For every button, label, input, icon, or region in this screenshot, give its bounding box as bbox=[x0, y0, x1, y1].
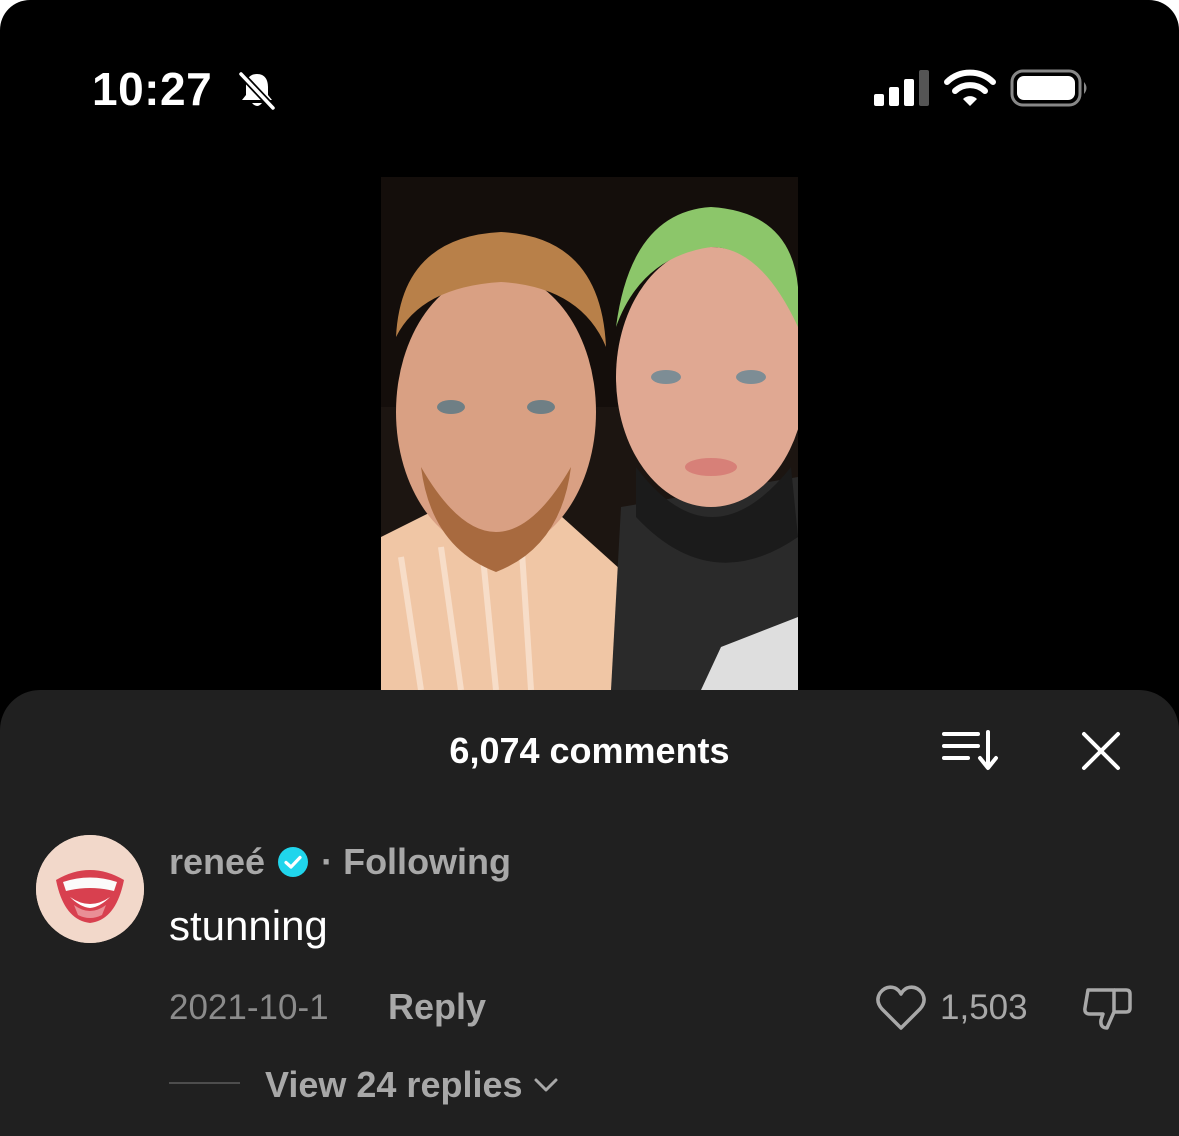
app-screen: 10:27 6,074 comments reneé · Following s… bbox=[0, 0, 1179, 1136]
replies-divider bbox=[169, 1082, 240, 1084]
reply-button[interactable]: Reply bbox=[388, 986, 486, 1028]
separator-dot: · bbox=[321, 841, 334, 882]
avatar-image bbox=[36, 835, 144, 943]
comment-username[interactable]: reneé bbox=[169, 841, 265, 883]
video-photo[interactable] bbox=[381, 177, 798, 690]
signal-icon bbox=[874, 70, 929, 106]
comments-count-title: 6,074 comments bbox=[449, 730, 730, 771]
photo-illustration bbox=[381, 177, 798, 690]
verified-badge-icon bbox=[278, 847, 309, 877]
bell-slash-icon bbox=[238, 71, 276, 111]
following-label: Following bbox=[343, 841, 512, 882]
comment-text: stunning bbox=[169, 902, 328, 949]
comment-header: reneé · Following bbox=[169, 840, 511, 884]
like-count: 1,503 bbox=[940, 988, 1028, 1027]
battery-icon bbox=[1010, 69, 1087, 107]
wifi-icon bbox=[944, 69, 996, 106]
avatar[interactable] bbox=[36, 835, 144, 943]
heart-icon[interactable] bbox=[874, 984, 928, 1032]
view-replies-label: View 24 replies bbox=[265, 1064, 523, 1105]
dislike-icon[interactable] bbox=[1080, 982, 1134, 1034]
comments-sheet: 6,074 comments reneé · Following stunnin… bbox=[0, 690, 1179, 1136]
view-replies-button[interactable]: View 24 replies bbox=[265, 1064, 561, 1106]
status-time: 10:27 bbox=[92, 63, 213, 115]
sort-icon[interactable] bbox=[940, 728, 1000, 772]
chevron-down-icon bbox=[534, 1078, 558, 1092]
comment-date: 2021-10-1 bbox=[169, 988, 329, 1027]
close-icon[interactable] bbox=[1080, 730, 1122, 772]
